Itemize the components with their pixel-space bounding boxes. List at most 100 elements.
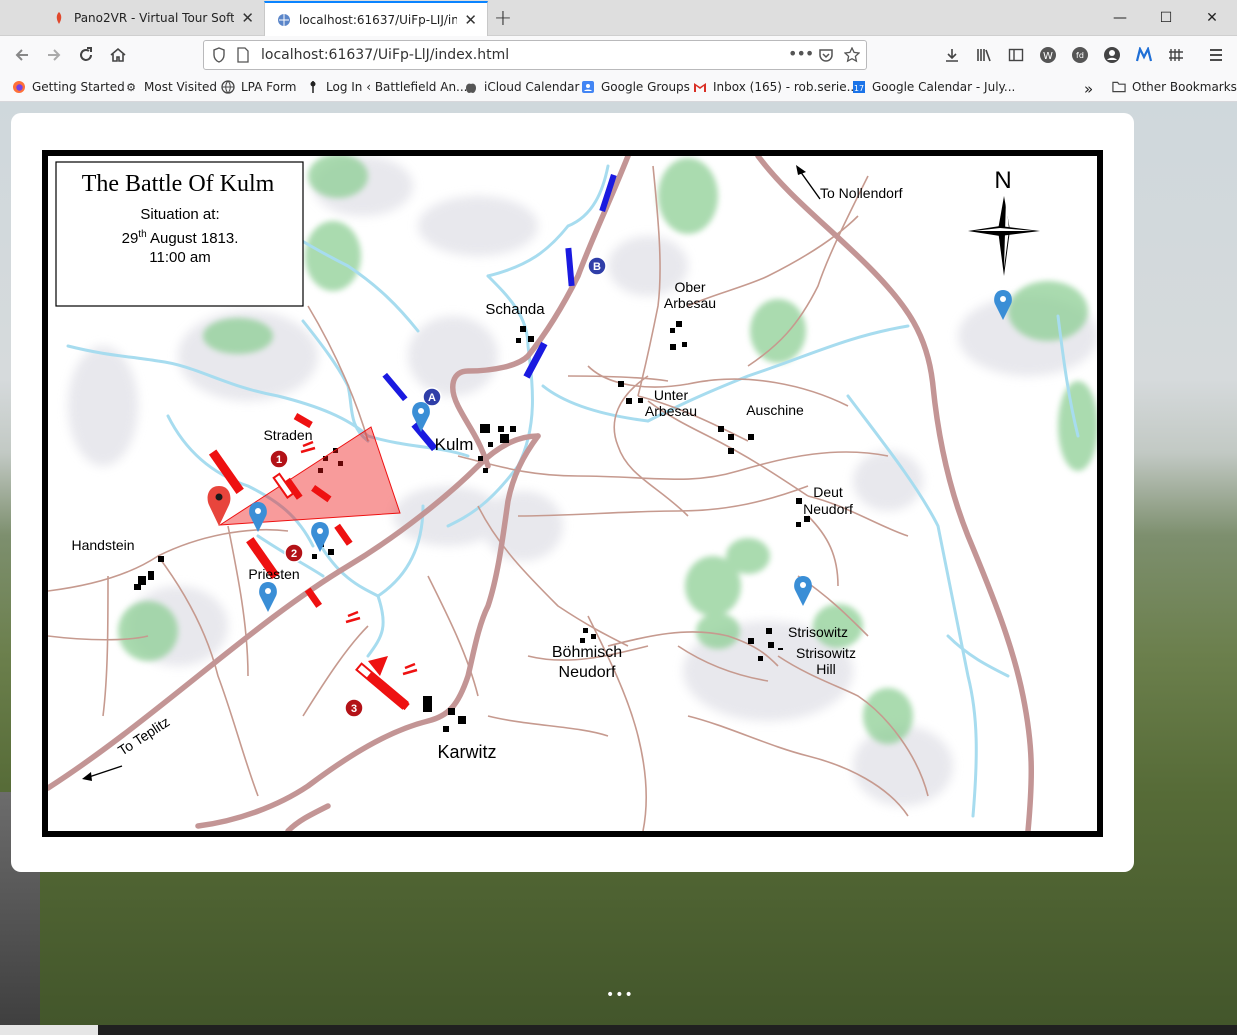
folder-icon <box>1112 80 1126 94</box>
situation-label: Situation at: <box>140 206 219 223</box>
label-strisowitz-hill-2: Hill <box>816 661 835 677</box>
forward-button[interactable] <box>40 41 68 69</box>
gmail-icon <box>693 80 707 94</box>
shield-icon[interactable] <box>212 47 226 63</box>
forward-arrow-icon <box>48 49 61 61</box>
panorama-viewport[interactable]: B A 1 2 3 Schanda Ober Arbesau Unter Arb… <box>0 102 1237 1025</box>
label-priesten: Priesten <box>248 566 299 582</box>
bookmark-gmail[interactable]: Inbox (165) - rob.serie... <box>693 80 858 94</box>
svg-text:W: W <box>1043 51 1053 62</box>
extension-grid-icon[interactable] <box>1166 45 1186 65</box>
label-deut-neudorf: Neudorf <box>803 501 853 517</box>
label-bohmisch-neudorf: Neudorf <box>559 664 616 681</box>
pin-blue-icon[interactable] <box>259 582 277 612</box>
wordpress-icon[interactable]: W <box>1038 45 1058 65</box>
bookmark-google-groups[interactable]: Google Groups <box>581 80 690 94</box>
bookmark-label: Google Groups <box>601 80 690 94</box>
marker-3: 3 <box>351 703 357 715</box>
pano2vr-icon <box>56 12 62 24</box>
label-karwitz: Karwitz <box>437 742 496 762</box>
bookmark-label: Other Bookmarks <box>1132 80 1237 94</box>
back-button[interactable] <box>8 41 36 69</box>
label-unter-arbesau: Arbesau <box>645 403 697 419</box>
close-tab-icon[interactable]: ✕ <box>241 9 254 27</box>
bookmark-label: Inbox (165) - rob.serie... <box>713 80 859 94</box>
label-handstein: Handstein <box>71 537 134 553</box>
svg-text:17: 17 <box>854 84 864 93</box>
bookmarks-toolbar: Getting Started ⚙ Most Visited LPA Form … <box>0 74 1237 102</box>
label-ober-arbesau: Arbesau <box>664 295 716 311</box>
panorama-nav-dots[interactable]: ••• <box>606 987 634 1003</box>
label-deut: Deut <box>813 484 843 500</box>
account-icon[interactable] <box>1102 45 1122 65</box>
label-unter: Unter <box>654 387 689 403</box>
sidebar-icon[interactable] <box>1006 45 1026 65</box>
firefox-icon <box>12 80 26 94</box>
home-button[interactable] <box>104 41 132 69</box>
bookmark-label: Google Calendar - July... <box>872 80 1016 94</box>
label-straden: Straden <box>263 427 312 443</box>
situation-time: 11:00 am <box>149 249 210 266</box>
gear-icon: ⚙ <box>126 80 136 94</box>
bookmark-star-icon[interactable] <box>844 47 860 63</box>
globe-icon <box>221 80 235 94</box>
url-bar[interactable]: localhost:61637/UiFp-LlJ/index.html ••• <box>203 40 867 70</box>
page-actions-menu-icon[interactable]: ••• <box>788 44 814 63</box>
bookmark-icloud[interactable]: iCloud Calendar <box>464 80 579 94</box>
bookmark-most-visited[interactable]: ⚙ Most Visited <box>124 80 217 94</box>
bookmark-getting-started[interactable]: Getting Started <box>12 80 125 94</box>
library-icon[interactable] <box>974 45 994 65</box>
bookmark-label: Getting Started <box>32 80 125 94</box>
maximize-button[interactable]: ☐ <box>1143 0 1189 36</box>
pin-blue-icon[interactable] <box>249 502 267 532</box>
pin-blue-icon[interactable] <box>311 522 329 552</box>
battle-map-svg: B A 1 2 3 Schanda Ober Arbesau Unter Arb… <box>48 156 1097 831</box>
page-info-icon[interactable] <box>237 47 249 63</box>
map-title: The Battle Of Kulm <box>82 171 275 197</box>
marker-2: 2 <box>291 548 297 560</box>
tab-title: Pano2VR - Virtual Tour Software <box>74 11 234 25</box>
back-arrow-icon <box>15 49 28 61</box>
close-tab-icon[interactable]: ✕ <box>464 11 477 29</box>
label-bohmisch: Böhmisch <box>552 644 622 661</box>
label-auschine: Auschine <box>746 402 804 418</box>
close-window-button[interactable]: ✕ <box>1189 0 1235 36</box>
marker-1: 1 <box>276 454 282 466</box>
label-kulm: Kulm <box>435 435 474 454</box>
reload-icon <box>80 47 92 61</box>
minimize-button[interactable]: — <box>1097 0 1143 36</box>
extension-m-icon[interactable] <box>1134 45 1154 65</box>
bookmark-label: LPA Form <box>241 80 297 94</box>
north-label: N <box>994 167 1011 194</box>
compass-north-icon: N <box>968 167 1040 276</box>
battle-map: B A 1 2 3 Schanda Ober Arbesau Unter Arb… <box>42 150 1103 837</box>
tab-pano2vr[interactable]: Pano2VR - Virtual Tour Software ✕ <box>40 1 264 35</box>
taskbar-search-area[interactable] <box>0 1025 98 1035</box>
pin-blue-icon[interactable] <box>794 576 812 606</box>
apple-icon <box>464 80 478 94</box>
fd-extension-icon[interactable]: fd <box>1070 45 1090 65</box>
bookmark-battlefield[interactable]: Log In ‹ Battlefield An... <box>306 80 468 94</box>
bookmark-label: Most Visited <box>144 80 218 94</box>
home-icon <box>110 47 126 62</box>
bookmark-other-bookmarks[interactable]: Other Bookmarks <box>1112 80 1237 94</box>
label-ober: Ober <box>674 279 705 295</box>
url-text: localhost:61637/UiFp-LlJ/index.html <box>261 47 510 63</box>
bookmark-google-calendar[interactable]: 17 Google Calendar - July... <box>852 80 1015 94</box>
tab-localhost[interactable]: localhost:61637/UiFp-LIJ/index.html ✕ <box>264 1 488 36</box>
bookmark-label: iCloud Calendar <box>484 80 580 94</box>
groups-icon <box>581 80 595 94</box>
label-to-nollendorf: To Nollendorf <box>820 185 903 201</box>
title-box: The Battle Of Kulm Situation at: 29th Au… <box>55 161 304 307</box>
new-tab-button[interactable]: + <box>488 1 518 35</box>
marker-b: B <box>593 261 601 273</box>
bookmarks-overflow-chevron-icon[interactable]: » <box>1084 80 1093 98</box>
marker-a: A <box>428 392 436 404</box>
reload-button[interactable] <box>72 41 100 69</box>
downloads-icon[interactable] <box>942 45 962 65</box>
menu-hamburger-icon[interactable] <box>1206 45 1226 65</box>
map-popup-card: B A 1 2 3 Schanda Ober Arbesau Unter Arb… <box>11 113 1134 872</box>
pocket-icon[interactable] <box>818 47 834 63</box>
label-strisowitz: Strisowitz <box>788 624 848 640</box>
bookmark-lpa-form[interactable]: LPA Form <box>221 80 296 94</box>
